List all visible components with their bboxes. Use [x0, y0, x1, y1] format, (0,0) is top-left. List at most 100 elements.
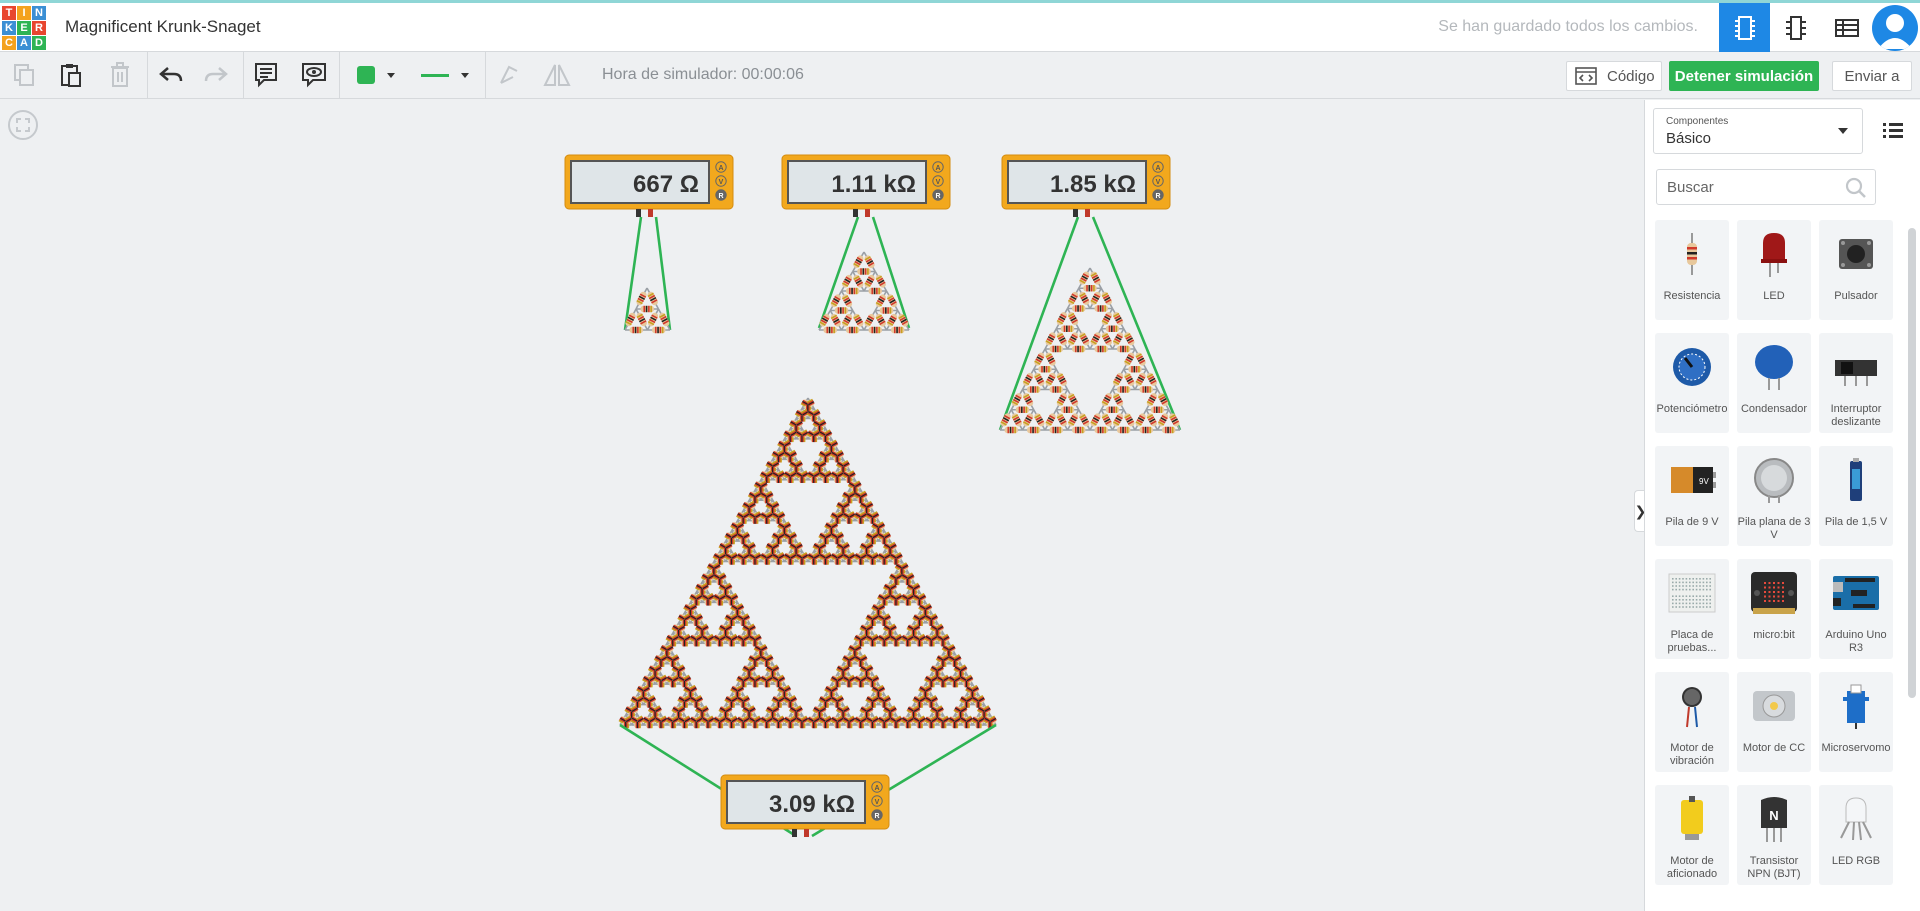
resistor-band: [1070, 406, 1073, 413]
resistor-band: [1097, 305, 1100, 312]
color-picker[interactable]: [346, 58, 406, 92]
resistor: [1090, 305, 1113, 312]
resistor-band: [876, 326, 878, 334]
resistor-band: [1088, 285, 1091, 292]
resistor-band: [657, 326, 659, 334]
resistor-band: [851, 287, 853, 295]
resistor-band: [1104, 345, 1106, 353]
undo-icon: [159, 67, 183, 82]
toggle-notes-visibility-button[interactable]: [298, 58, 330, 92]
resistor-band: [1063, 406, 1066, 413]
simulator-time: Hora de simulador: 00:00:06: [602, 66, 804, 83]
resistor-band: [661, 326, 664, 334]
resistor-band: [873, 326, 876, 334]
notes-button[interactable]: [250, 58, 282, 92]
component-list-view-button[interactable]: [1821, 3, 1872, 52]
resistor-band: [1077, 426, 1079, 434]
resistor: [830, 307, 853, 314]
resistor-band: [842, 307, 844, 314]
resistor: [1101, 325, 1124, 332]
resistor-band: [1119, 345, 1122, 353]
resistor-band: [1054, 386, 1057, 393]
resistor-band: [1133, 366, 1136, 373]
logo-letter: C: [2, 36, 16, 50]
send-to-button[interactable]: Enviar a: [1832, 61, 1912, 91]
resistor-band: [1043, 366, 1046, 373]
tinkercad-logo[interactable]: TINKERCAD: [0, 5, 46, 51]
resistor-band: [1156, 406, 1158, 413]
resistor-band: [1104, 305, 1106, 312]
logo-letter: T: [2, 6, 16, 20]
circuit-canvas[interactable]: 667 Ω A V R 1.11 kΩ A V R 1.85 kΩ A V R 3.09 kΩ A V R: [0, 100, 1644, 911]
resistor-band: [1090, 285, 1093, 292]
resistor-band: [896, 326, 898, 334]
note-icon: [255, 63, 277, 88]
resistor-band: [1144, 386, 1147, 393]
color-swatch: [357, 66, 375, 84]
rotate-button[interactable]: [493, 58, 525, 92]
resistor: [1022, 426, 1045, 434]
resistor-band: [1021, 406, 1023, 413]
resistor-band: [1122, 345, 1124, 353]
undo-button[interactable]: [155, 58, 187, 92]
copy-button[interactable]: [8, 58, 40, 92]
resistor-band: [1059, 386, 1061, 393]
user-avatar[interactable]: [1872, 5, 1918, 51]
mode-label: A: [718, 165, 723, 172]
multimeter: 1.85 kΩAVR: [1001, 154, 1171, 210]
resistor: [1090, 345, 1113, 353]
resistor-band: [851, 326, 853, 334]
resistor-band: [1171, 426, 1174, 434]
resistor-band: [1052, 345, 1055, 353]
resistor-band: [1126, 345, 1129, 353]
logo-letter: I: [17, 6, 31, 20]
resistor-band: [871, 287, 874, 295]
resistor-band: [639, 326, 641, 334]
resistor-band: [878, 326, 880, 334]
toolbar-divider: [339, 52, 340, 99]
redo-button[interactable]: [200, 58, 232, 92]
probe-black: [636, 209, 641, 217]
resistor-band: [1160, 406, 1163, 413]
resistor-band: [1167, 426, 1169, 434]
resistor: [1112, 426, 1135, 434]
toolbar-divider: [243, 52, 244, 99]
resistor-band: [1052, 386, 1055, 393]
circuit-view-button[interactable]: [1719, 3, 1770, 52]
resistor-band: [1070, 325, 1073, 332]
resistor-band: [840, 307, 842, 314]
resistor-band: [1122, 426, 1124, 434]
resistor-band: [1068, 406, 1070, 413]
schematic-icon: [1785, 15, 1806, 40]
resistor-band: [1126, 426, 1129, 434]
resistor: [1067, 345, 1090, 353]
resistor-band: [654, 326, 657, 334]
resistor-band: [1142, 426, 1145, 434]
project-title[interactable]: Magnificent Krunk-Snaget: [65, 17, 261, 37]
flip-button[interactable]: [541, 58, 573, 92]
resistor-band: [1029, 426, 1032, 434]
schematic-view-button[interactable]: [1770, 3, 1821, 52]
resistor-band: [1131, 366, 1133, 373]
stop-simulation-button[interactable]: Detener simulación: [1669, 61, 1819, 91]
delete-button[interactable]: [104, 58, 136, 92]
resistor-band: [862, 268, 865, 275]
paste-button[interactable]: [55, 58, 87, 92]
resistor-band: [1034, 386, 1037, 393]
wire-type-picker[interactable]: [413, 58, 477, 92]
redo-icon: [204, 67, 228, 82]
resistor-band: [1018, 406, 1021, 413]
logo-letter: A: [17, 36, 31, 50]
resistor-band: [1093, 285, 1095, 292]
probe-red: [865, 209, 870, 217]
probe-black: [853, 209, 858, 217]
code-button[interactable]: Código: [1566, 61, 1662, 91]
circuit-drawing[interactable]: 667 ΩAVR 1.11 kΩAVR 1.85 kΩAVR3.09 kΩAVR: [0, 100, 1644, 911]
resistor-band: [855, 287, 858, 295]
resistor-band: [1057, 386, 1059, 393]
resistor-band: [1063, 325, 1066, 332]
resistor: [625, 326, 648, 334]
resistor: [1056, 325, 1079, 332]
resistor-band: [1045, 366, 1048, 373]
resistor-band: [1054, 345, 1057, 353]
